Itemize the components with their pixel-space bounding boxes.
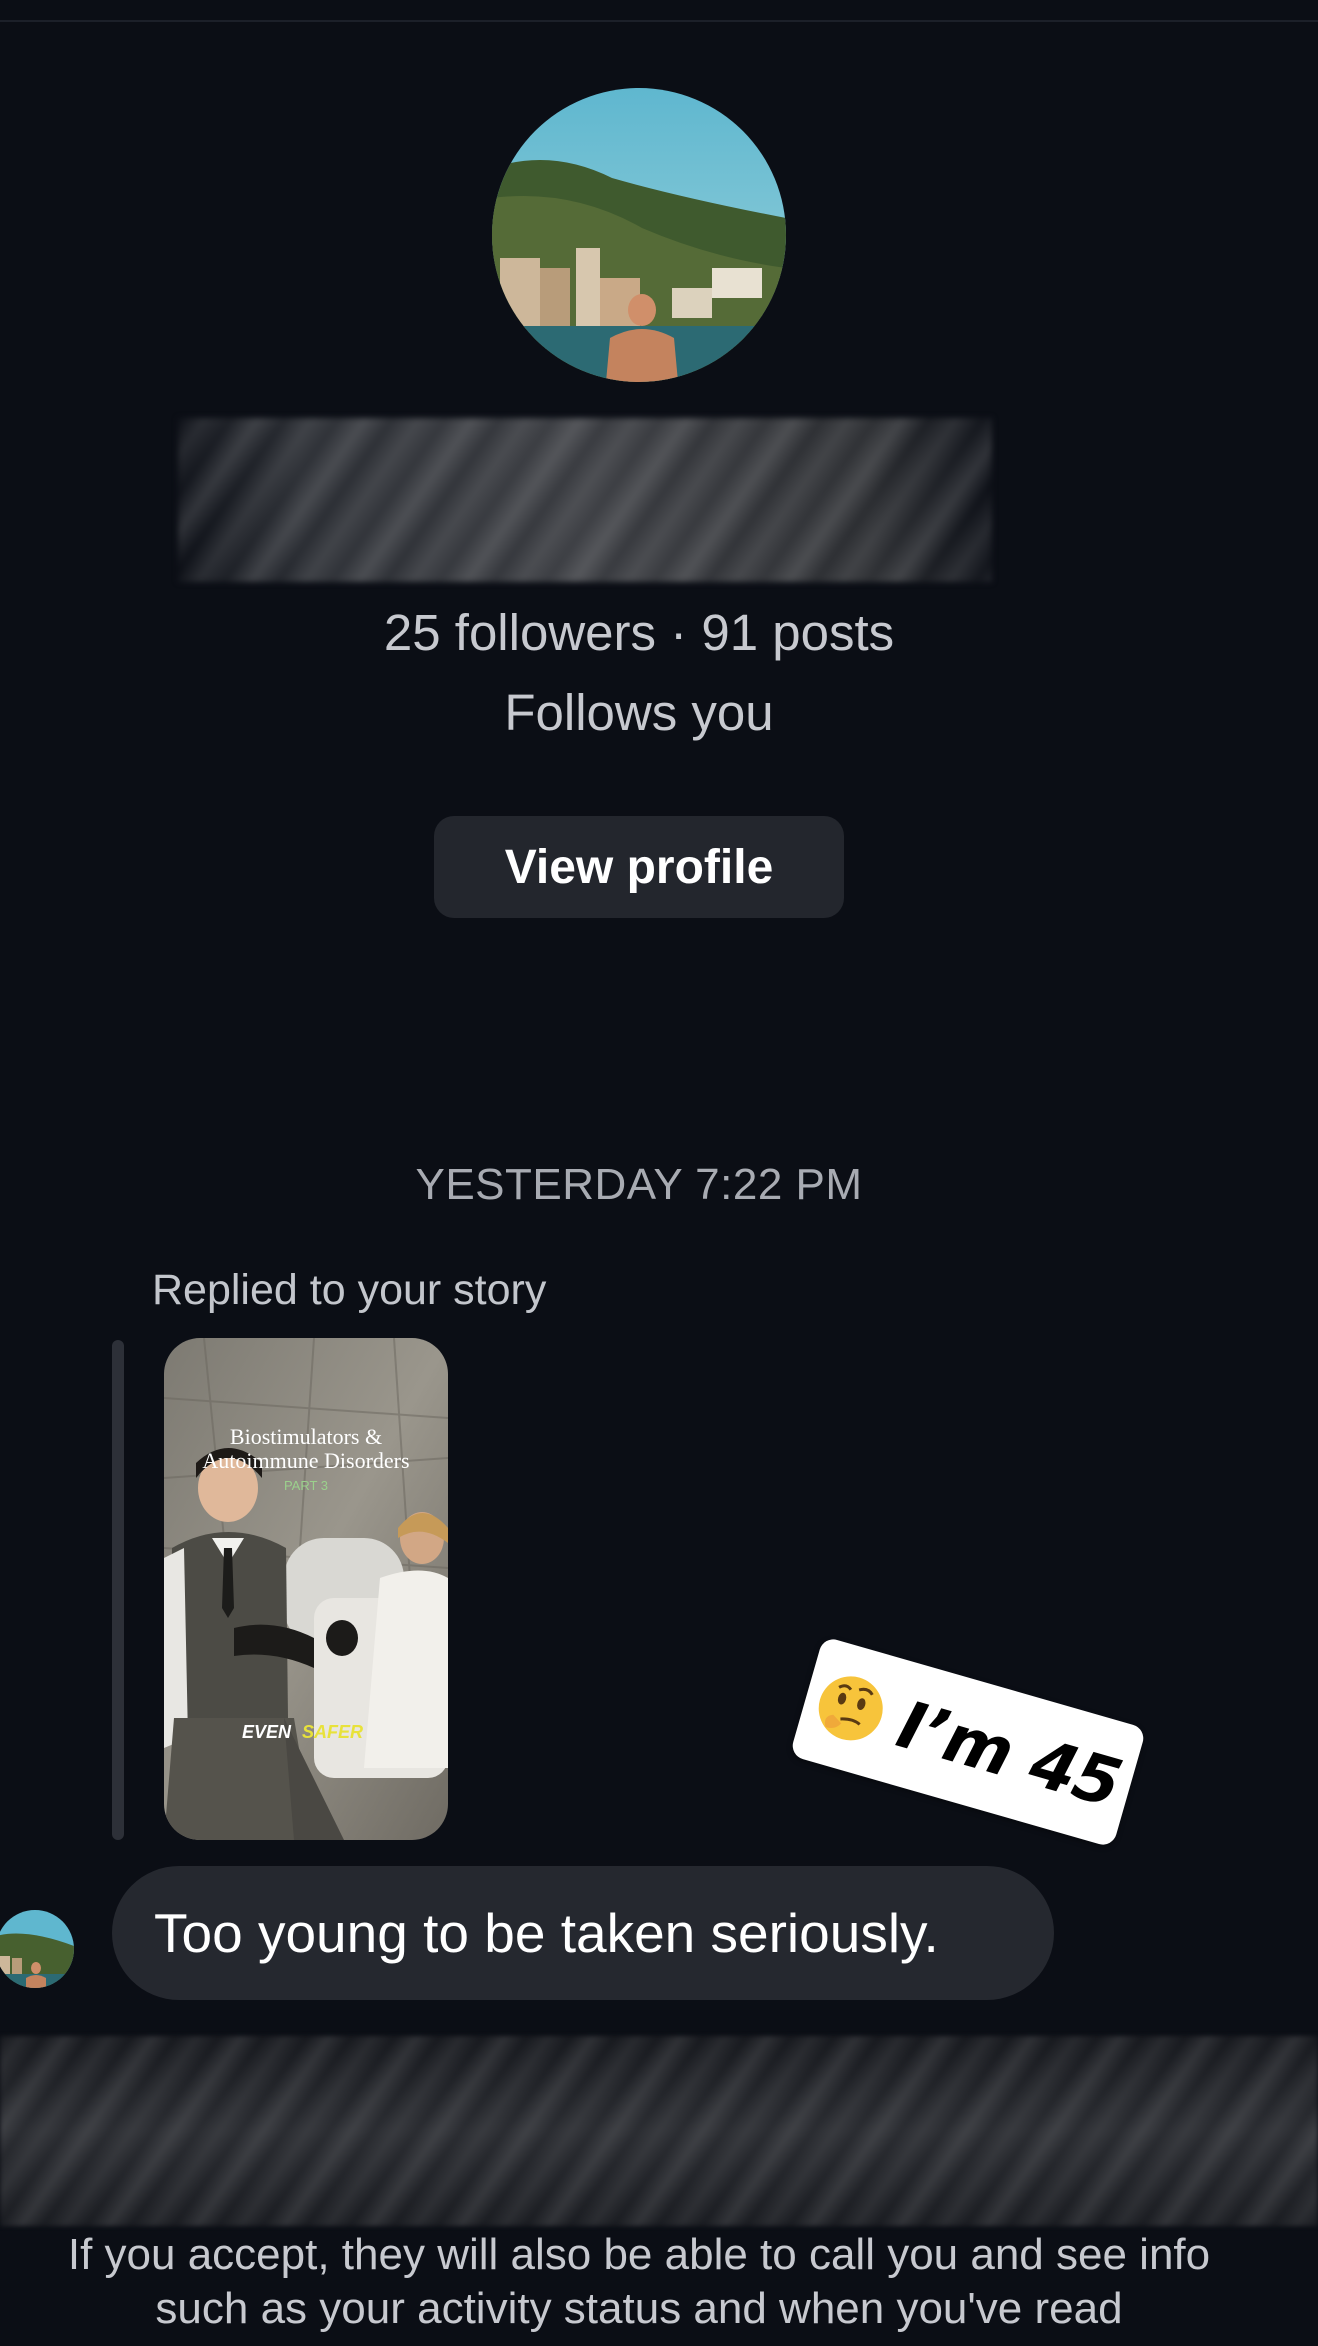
message-text: Too young to be taken seriously. <box>154 1902 939 1964</box>
age-sticker: I’m 45 <box>789 1636 1147 1848</box>
story-title-line1: Biostimulators & <box>230 1424 382 1449</box>
top-divider <box>0 20 1318 22</box>
message-request-notice: If you accept, they will also be able to… <box>0 2228 1278 2336</box>
story-caption-safer: SAFER <box>302 1722 363 1742</box>
sender-avatar[interactable] <box>0 1910 74 1988</box>
reply-indicator-bar <box>112 1340 124 1840</box>
thinking-face-icon <box>808 1665 895 1752</box>
story-thumbnail[interactable]: Biostimulators & Autoimmune Disorders PA… <box>164 1338 448 1840</box>
sticker-text: I’m 45 <box>889 1685 1130 1823</box>
view-profile-button[interactable]: View profile <box>434 816 844 918</box>
notice-line-1: If you accept, they will also be able to… <box>67 2230 1211 2279</box>
redacted-username <box>178 418 992 582</box>
message-bubble[interactable]: Too young to be taken seriously. <box>112 1866 1054 2000</box>
replied-to-story-label: Replied to your story <box>152 1266 547 1314</box>
story-caption-even: EVEN <box>242 1722 292 1742</box>
story-title-line2: Autoimmune Disorders <box>202 1448 409 1473</box>
message-timestamp: YESTERDAY 7:22 PM <box>415 1160 863 1209</box>
profile-photo <box>492 88 786 382</box>
follows-you-label: Follows you <box>504 684 774 741</box>
redacted-area <box>0 2036 1318 2226</box>
profile-avatar[interactable] <box>492 88 786 382</box>
story-part-label: PART 3 <box>284 1478 328 1493</box>
notice-line-2: such as your activity status and when yo… <box>155 2284 1123 2333</box>
profile-stats: 25 followers · 91 posts <box>383 604 895 661</box>
